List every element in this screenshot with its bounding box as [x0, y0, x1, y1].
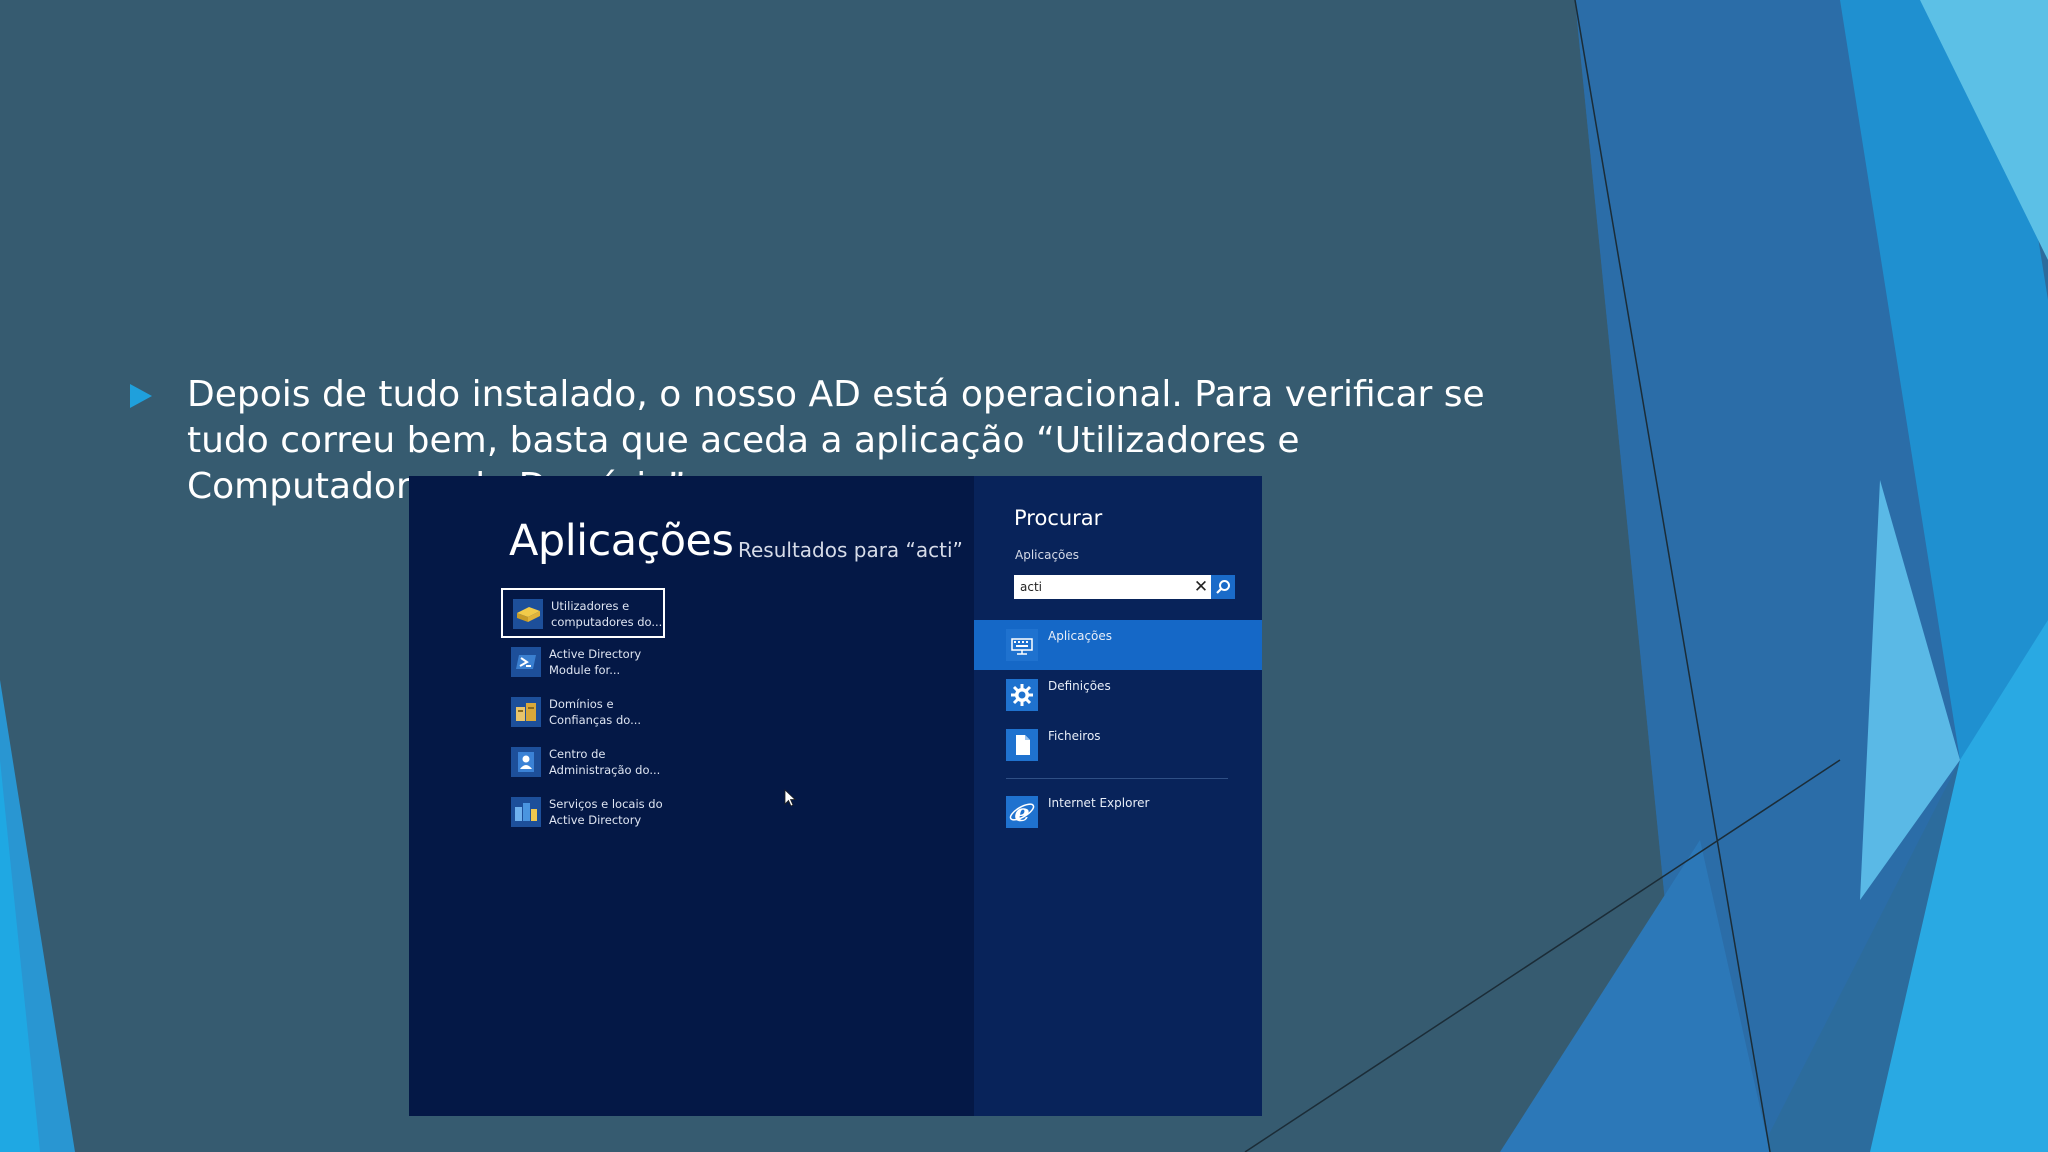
result-item-ad-users[interactable]: Utilizadores e computadores do...: [501, 588, 665, 638]
search-charm-pane: Procurar Aplicações ✕ Aplicaç: [974, 476, 1262, 1116]
file-icon: [1006, 729, 1038, 761]
apps-results-pane: Aplicações Resultados para “acti” Utiliz…: [409, 476, 974, 1116]
mouse-cursor-icon: [784, 789, 797, 807]
result-item-ad-module[interactable]: Active Directory Module for...: [501, 638, 661, 684]
scope-label: Aplicações: [1048, 629, 1113, 643]
app-result-label: Internet Explorer: [1048, 796, 1150, 810]
result-item-admin-center[interactable]: Centro de Administração do...: [501, 738, 661, 784]
apps-title: Aplicações: [509, 516, 734, 566]
scope-item-apps[interactable]: Aplicações: [974, 620, 1262, 670]
settings-gear-icon: [1006, 679, 1038, 711]
results-heading: Resultados para “acti”: [738, 538, 963, 562]
domains-trusts-icon: [511, 697, 541, 727]
result-label: Centro de Administração do...: [549, 747, 661, 777]
search-icon: [1216, 580, 1230, 594]
result-label: Utilizadores e computadores do...: [551, 599, 663, 629]
result-item-domains-trusts[interactable]: Domínios e Confianças do...: [501, 688, 661, 734]
scope-label: Definições: [1048, 679, 1111, 693]
search-title: Procurar: [1014, 506, 1103, 530]
powershell-icon: [511, 647, 541, 677]
scope-item-files[interactable]: Ficheiros: [974, 720, 1262, 770]
search-scope-label: Aplicações: [1015, 548, 1080, 562]
divider: [1006, 778, 1228, 779]
search-input[interactable]: [1020, 578, 1180, 596]
internet-explorer-icon: e: [1006, 796, 1038, 828]
result-label: Serviços e locais do Active Directory: [549, 797, 663, 827]
search-box: ✕: [1014, 575, 1235, 599]
result-label: Active Directory Module for...: [549, 647, 642, 677]
clear-search-button[interactable]: ✕: [1191, 577, 1211, 597]
sites-services-icon: [511, 797, 541, 827]
bullet-arrow-icon: [130, 384, 152, 408]
admin-center-icon: [511, 747, 541, 777]
result-label: Domínios e Confianças do...: [549, 697, 642, 727]
svg-text:e: e: [1014, 798, 1029, 827]
app-result-internet-explorer[interactable]: e Internet Explorer: [974, 787, 1262, 837]
result-item-sites-services[interactable]: Serviços e locais do Active Directory: [501, 788, 663, 834]
ad-users-icon: [513, 599, 543, 629]
start-search-screenshot: Aplicações Resultados para “acti” Utiliz…: [409, 476, 1262, 1116]
search-button[interactable]: [1211, 575, 1235, 599]
scope-label: Ficheiros: [1048, 729, 1101, 743]
apps-keyboard-icon: [1006, 629, 1038, 661]
scope-item-settings[interactable]: Definições: [974, 670, 1262, 720]
